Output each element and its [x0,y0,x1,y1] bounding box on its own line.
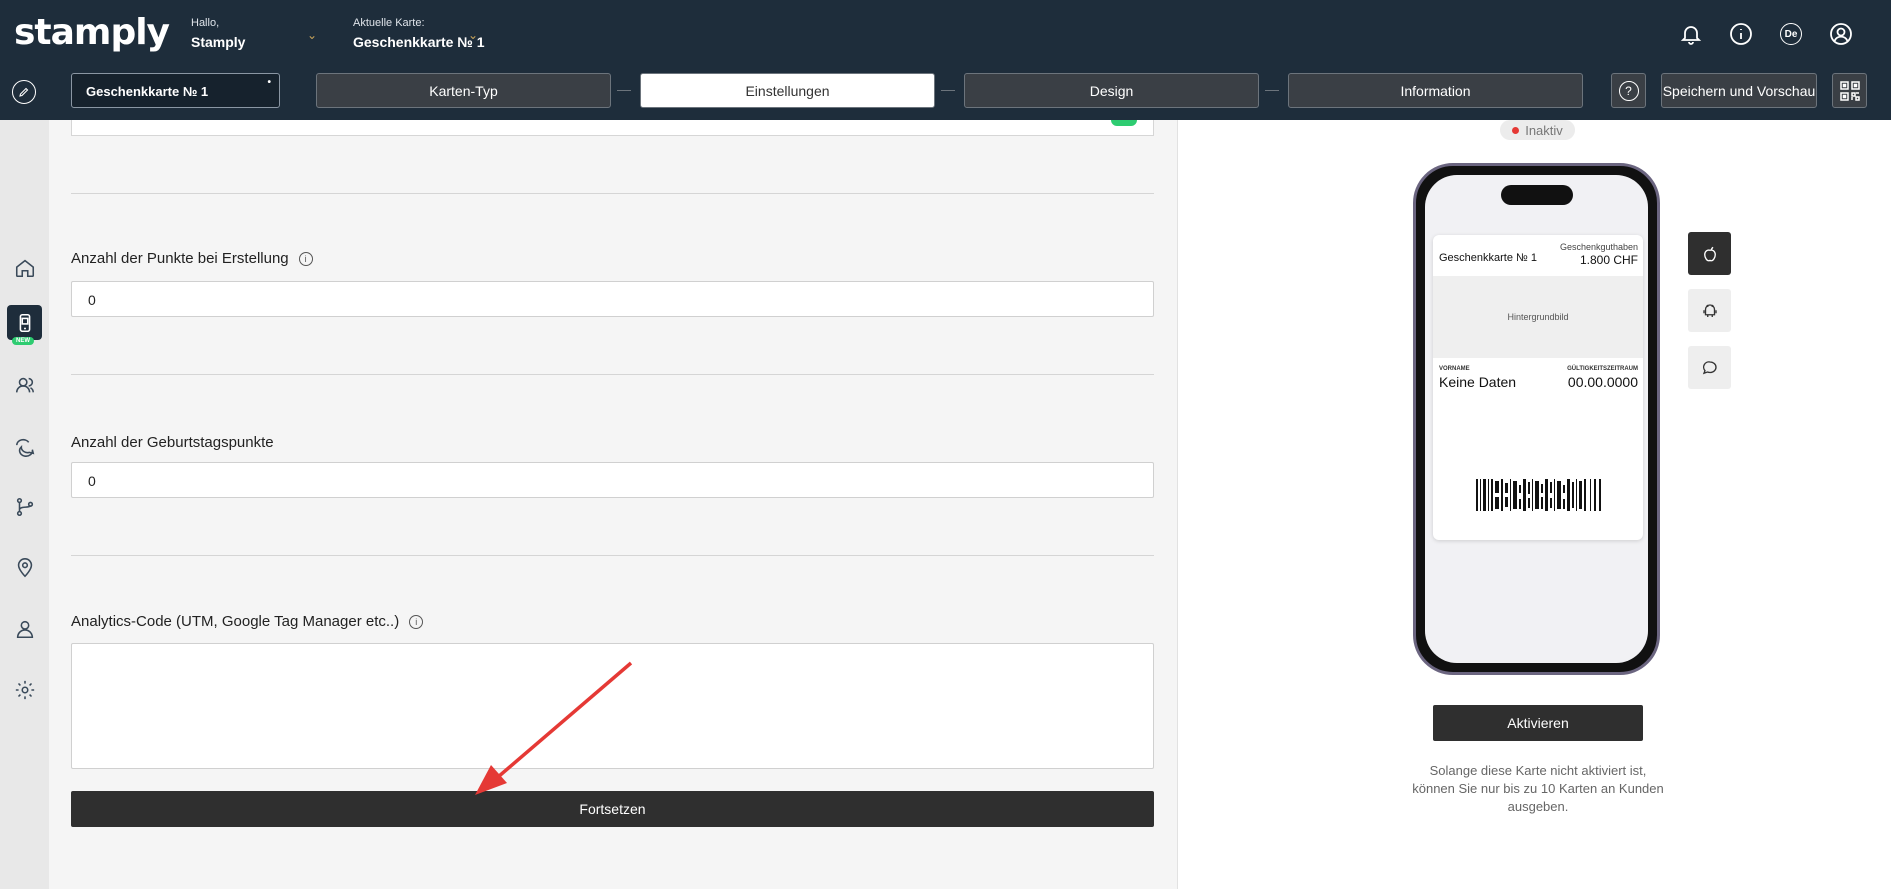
pass-balance-label: Geschenkguthaben [1559,242,1638,252]
greeting-name: Stamply [191,34,246,50]
current-card-name: Geschenkkarte № 1 [353,34,485,50]
field-label-text: Anzahl der Geburtstagspunkte [71,434,274,451]
tab-information[interactable]: Information [1288,73,1583,108]
field-label-text: Anzahl der Punkte bei Erstellung [71,250,289,267]
qr-code-icon [1839,80,1860,101]
pass-background-image: Hintergrundbild [1433,276,1643,358]
save-preview-button[interactable]: Speichern und Vorschau [1661,73,1817,108]
divider [71,193,1154,194]
current-card-label: Aktuelle Karte: [353,17,425,29]
android-preview-button[interactable] [1688,289,1731,332]
toggle-switch[interactable] [1111,120,1137,126]
gear-icon[interactable] [7,672,42,707]
tab-karten-typ[interactable]: Karten-Typ [316,73,611,108]
header-row: stamply Hallo, Stamply ⌄ Aktuelle Karte:… [0,0,1891,68]
previous-setting-card [71,120,1154,136]
card-toolbar: Geschenkkarte № 1 • Karten-Typ Einstellu… [0,72,1891,112]
new-badge: NEW [12,337,34,345]
pass-balance-value: 1.800 CHF [1579,253,1638,267]
qr-code-button[interactable] [1832,73,1867,108]
step-separator [1265,90,1279,91]
pass-right-field-label: GÜLTIGKEITSZEITRAUM [1567,366,1638,372]
pencil-icon[interactable] [12,80,36,104]
barcode-icon [1476,479,1601,511]
language-badge: De [1780,23,1802,45]
apple-preview-button[interactable] [1688,232,1731,275]
unsaved-dot-icon: • [267,77,271,88]
pass-left-field-value: Keine Daten [1439,374,1517,390]
divider [71,374,1154,375]
bell-icon[interactable] [1678,21,1704,47]
current-card-selector[interactable]: Aktuelle Karte: Geschenkkarte № 1 [353,17,485,50]
chat-bubble-icon [1702,360,1717,374]
greeting-label: Hallo, [191,17,220,29]
field-label-birthday-points: Anzahl der Geburtstagspunkte [71,434,274,451]
continue-button[interactable]: Fortsetzen [71,791,1154,827]
profile-icon[interactable] [1828,21,1854,47]
activate-button[interactable]: Aktivieren [1433,705,1643,741]
analytics-code-textarea[interactable] [71,643,1154,769]
settings-form: Anzahl der Punkte bei Erstellung i 0 Anz… [49,120,1177,889]
field-label-text: Analytics-Code (UTM, Google Tag Manager … [71,613,400,630]
step-separator [941,90,955,91]
message-preview-button[interactable] [1688,346,1731,389]
field-label-analytics: Analytics-Code (UTM, Google Tag Manager … [71,613,424,630]
language-selector[interactable]: De [1778,21,1804,47]
initial-points-input[interactable]: 0 [71,281,1154,317]
activate-note: Solange diese Karte nicht aktiviert ist,… [1412,763,1664,814]
status-badge: Inaktiv [1500,120,1575,140]
question-icon: ? [1618,80,1639,101]
chevron-down-icon[interactable]: ⌄ [468,28,478,42]
pass-title: Geschenkkarte № 1 [1439,252,1538,264]
status-dot-icon [1512,126,1520,134]
users-icon[interactable] [7,367,42,402]
card-phone-icon[interactable] [7,305,42,340]
sidebar: NEW [0,120,49,889]
pass-right-field-value: 00.00.0000 [1567,374,1638,390]
tab-design[interactable]: Design [964,73,1259,108]
pass-left-field-label: VORNAME [1439,366,1470,372]
field-label-initial-points: Anzahl der Punkte bei Erstellung i [71,250,313,267]
greeting[interactable]: Hallo, Stamply [191,17,245,50]
card-preview-panel: Inaktiv Geschenkkarte № 1 Geschenkguthab… [1177,120,1891,889]
location-icon[interactable] [7,550,42,585]
user-settings-icon[interactable] [7,611,42,646]
tab-einstellungen[interactable]: Einstellungen [640,73,935,108]
status-text: Inaktiv [1525,122,1563,138]
info-icon[interactable]: i [298,251,313,266]
birthday-points-input[interactable]: 0 [71,462,1154,498]
top-header: stamply Hallo, Stamply ⌄ Aktuelle Karte:… [0,0,1891,120]
step-separator [617,90,631,91]
info-icon[interactable] [1728,21,1754,47]
help-button[interactable]: ? [1611,73,1646,108]
wallet-pass: Geschenkkarte № 1 Geschenkguthaben 1.800… [1433,235,1643,540]
info-icon[interactable]: i [409,614,424,629]
divider [71,555,1154,556]
phone-mockup: Geschenkkarte № 1 Geschenkguthaben 1.800… [1413,163,1660,675]
chat-icon[interactable] [7,428,42,463]
home-icon[interactable] [7,250,42,285]
chevron-down-icon[interactable]: ⌄ [307,28,317,42]
phone-screen: Geschenkkarte № 1 Geschenkguthaben 1.800… [1425,175,1648,663]
card-name-value: Geschenkkarte № 1 [86,84,209,99]
stamply-logo[interactable]: stamply [14,12,170,53]
card-name-input[interactable]: Geschenkkarte № 1 • [71,73,280,108]
flow-icon[interactable] [7,489,42,524]
apple-icon [1703,246,1716,261]
android-icon [1702,303,1717,317]
dynamic-island [1501,185,1573,205]
